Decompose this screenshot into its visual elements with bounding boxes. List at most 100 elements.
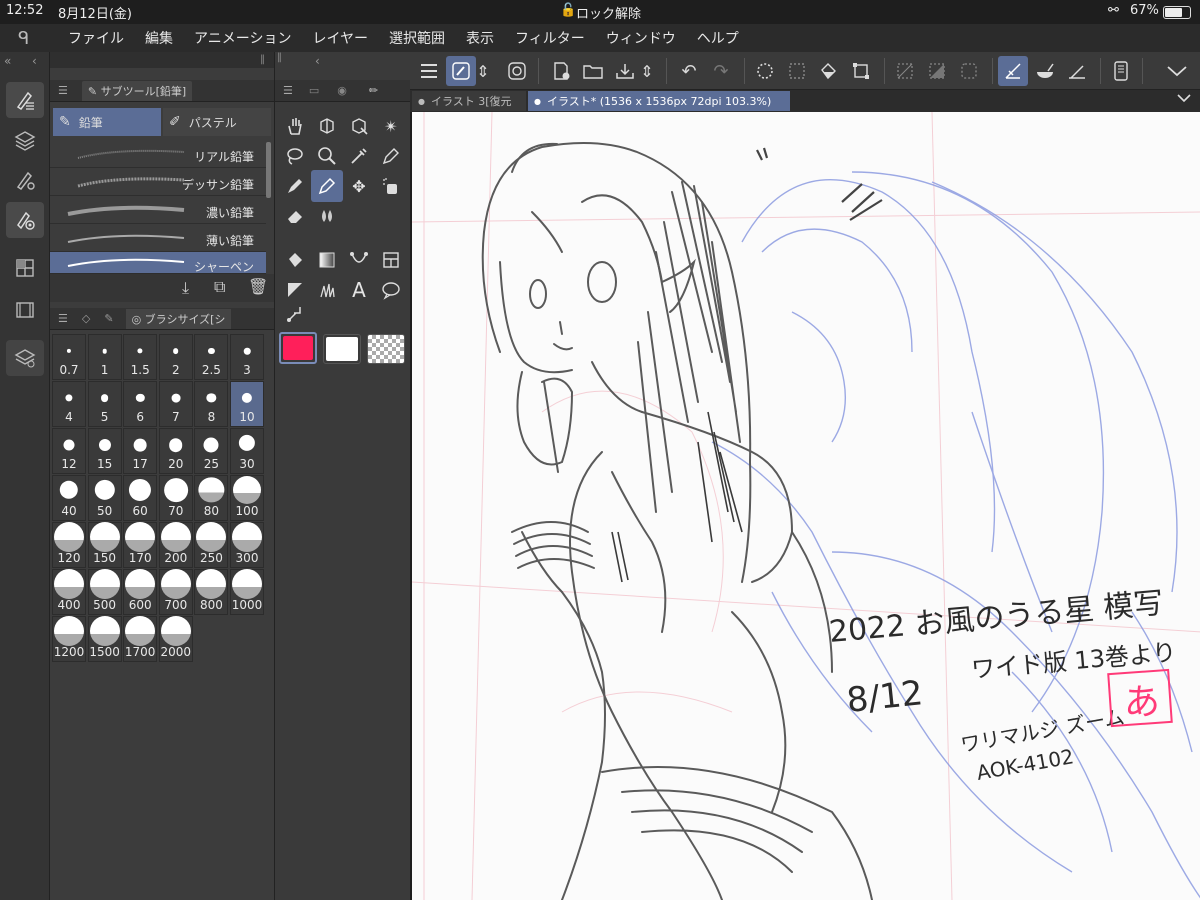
updown-chevron-icon[interactable]: ⇕ xyxy=(638,56,656,86)
fill-icon[interactable] xyxy=(279,244,311,276)
menu-icon[interactable]: ☰ xyxy=(58,84,68,97)
menu-filter[interactable]: フィルター xyxy=(515,28,585,48)
brushsize-tab[interactable]: ◎ ブラシサイズ[シ xyxy=(125,308,232,329)
new-file-icon[interactable] xyxy=(546,56,576,86)
brush-size-option[interactable]: 12 xyxy=(52,428,86,474)
brush-size-option[interactable]: 1700 xyxy=(123,616,158,662)
perspective-ruler-icon[interactable] xyxy=(1062,56,1092,86)
brush-size-option[interactable]: 700 xyxy=(158,569,193,615)
brush-size-option[interactable]: 15 xyxy=(87,428,122,474)
brush-size-option[interactable]: 20 xyxy=(158,428,193,474)
brush-size-option[interactable]: 2000 xyxy=(158,616,193,662)
pencil-tool-icon[interactable] xyxy=(311,170,343,202)
brush-item-dark-pencil[interactable]: 濃い鉛筆 xyxy=(50,196,266,224)
tab-illust-active[interactable]: ● イラスト* (1536 x 1536px 72dpi 103.3%) xyxy=(528,91,790,111)
subtool-tab[interactable]: ✎ サブツール[鉛筆] xyxy=(81,80,193,101)
pen-tab-icon[interactable]: ✏ xyxy=(369,84,378,97)
brush-size-option[interactable]: 50 xyxy=(87,475,122,521)
menu-selection[interactable]: 選択範囲 xyxy=(389,28,445,48)
clip-studio-icon[interactable] xyxy=(502,56,532,86)
brush-size-option[interactable]: 0.7 xyxy=(52,334,86,380)
correct-line-icon[interactable] xyxy=(279,298,311,330)
transform-icon[interactable] xyxy=(846,56,876,86)
brush-size-option[interactable]: 10 xyxy=(230,381,264,427)
brush-size-option[interactable]: 30 xyxy=(230,428,264,474)
eyedropper-icon[interactable] xyxy=(343,140,375,172)
chevron-left-icon[interactable]: ‹ xyxy=(32,54,37,68)
trash-icon[interactable]: 🗑 xyxy=(248,277,268,296)
undo-icon[interactable]: ↶ xyxy=(674,56,704,86)
brush-size-option[interactable]: 500 xyxy=(87,569,122,615)
blend-icon[interactable] xyxy=(311,200,343,232)
expand-selection-icon[interactable] xyxy=(954,56,984,86)
main-color-swatch[interactable] xyxy=(279,332,317,364)
brush-size-option[interactable]: 80 xyxy=(194,475,229,521)
decoration-icon[interactable] xyxy=(311,274,343,306)
gradient-icon[interactable] xyxy=(311,244,343,276)
brush-size-option[interactable]: 6 xyxy=(123,381,158,427)
duplicate-icon[interactable]: ⧉ xyxy=(214,277,225,297)
brush-size-option[interactable]: 70 xyxy=(158,475,193,521)
brush-size-option[interactable]: 17 xyxy=(123,428,158,474)
frame-border-icon[interactable] xyxy=(375,244,407,276)
menu-window[interactable]: ウィンドウ xyxy=(606,28,676,48)
hamburger-menu-icon[interactable] xyxy=(414,56,444,86)
grip-icon[interactable]: ‖ xyxy=(260,54,265,65)
fill-bucket-icon[interactable] xyxy=(814,56,844,86)
hand-tool-icon[interactable] xyxy=(279,110,311,142)
brush-list-scrollbar[interactable] xyxy=(266,142,271,198)
layer-tab-icon[interactable]: ◇ xyxy=(82,312,90,325)
menu-edit[interactable]: 編集 xyxy=(145,28,173,48)
clear-icon[interactable] xyxy=(750,56,780,86)
brush-size-option[interactable]: 1500 xyxy=(87,616,122,662)
move-icon[interactable]: ✥ xyxy=(343,170,375,202)
clip-studio-logo-icon[interactable]: ᑫ xyxy=(0,28,68,49)
brush-size-option[interactable]: 1.5 xyxy=(123,334,158,380)
eraser-icon[interactable] xyxy=(279,200,311,232)
brush-size-option[interactable]: 300 xyxy=(230,522,264,568)
device-icon[interactable] xyxy=(1106,56,1136,86)
brush-size-option[interactable]: 25 xyxy=(194,428,229,474)
brush-size-option[interactable]: 100 xyxy=(230,475,264,521)
layer-panel-icon[interactable] xyxy=(6,122,44,158)
subtool-panel-icon[interactable] xyxy=(6,82,44,118)
airbrush-icon[interactable] xyxy=(375,170,407,202)
brush-size-option[interactable]: 1200 xyxy=(52,616,86,662)
brush-size-option[interactable]: 1000 xyxy=(230,569,264,615)
auto-select-wand-icon[interactable]: ✴ xyxy=(375,110,407,142)
brush-size-option[interactable]: 600 xyxy=(123,569,158,615)
brush-size-option[interactable]: 400 xyxy=(52,569,86,615)
brush-size-panel-icon[interactable] xyxy=(6,202,44,238)
invert-selection-icon[interactable] xyxy=(922,56,952,86)
quick-access-icon[interactable] xyxy=(446,56,476,86)
ruler-snap-icon[interactable] xyxy=(998,56,1028,86)
brush-size-option[interactable]: 1 xyxy=(87,334,122,380)
zoom-icon[interactable] xyxy=(311,140,343,172)
object-select-icon[interactable] xyxy=(311,110,343,142)
color-set-icon[interactable] xyxy=(6,250,44,286)
layer-property-icon[interactable] xyxy=(6,340,44,376)
brush-item-light-pencil[interactable]: 薄い鉛筆 xyxy=(50,224,266,252)
transparent-color-swatch[interactable] xyxy=(367,334,405,364)
brush-size-option[interactable]: 8 xyxy=(194,381,229,427)
balloon-icon[interactable] xyxy=(375,274,407,306)
chevron-left-icon[interactable]: ‹ xyxy=(315,54,320,68)
deselect-icon[interactable] xyxy=(890,56,920,86)
drawing-canvas[interactable]: 2022 お風のうる星 模写 ワイド版 13巻より 8/12 ワリマルジ ズーム… xyxy=(410,112,1200,900)
tab-icon[interactable]: ◉ xyxy=(337,84,347,97)
layer-move-icon[interactable] xyxy=(343,110,375,142)
brush-size-option[interactable]: 800 xyxy=(194,569,229,615)
figure-icon[interactable] xyxy=(343,244,375,276)
brush-size-option[interactable]: 2 xyxy=(158,334,193,380)
tool-property-icon[interactable] xyxy=(6,162,44,198)
special-ruler-icon[interactable] xyxy=(1030,56,1060,86)
menu-file[interactable]: ファイル xyxy=(68,28,124,48)
grip-icon[interactable]: ‖ xyxy=(277,52,282,63)
tab-icon[interactable]: ▭ xyxy=(309,84,319,97)
menu-animation[interactable]: アニメーション xyxy=(194,28,291,48)
tab-chevron-down-icon[interactable] xyxy=(1176,92,1192,107)
brush-item-dessin-pencil[interactable]: デッサン鉛筆 xyxy=(50,168,266,196)
updown-chevron-icon[interactable]: ⇕ xyxy=(474,56,492,86)
menu-layer[interactable]: レイヤー xyxy=(312,28,368,48)
open-folder-icon[interactable] xyxy=(578,56,608,86)
